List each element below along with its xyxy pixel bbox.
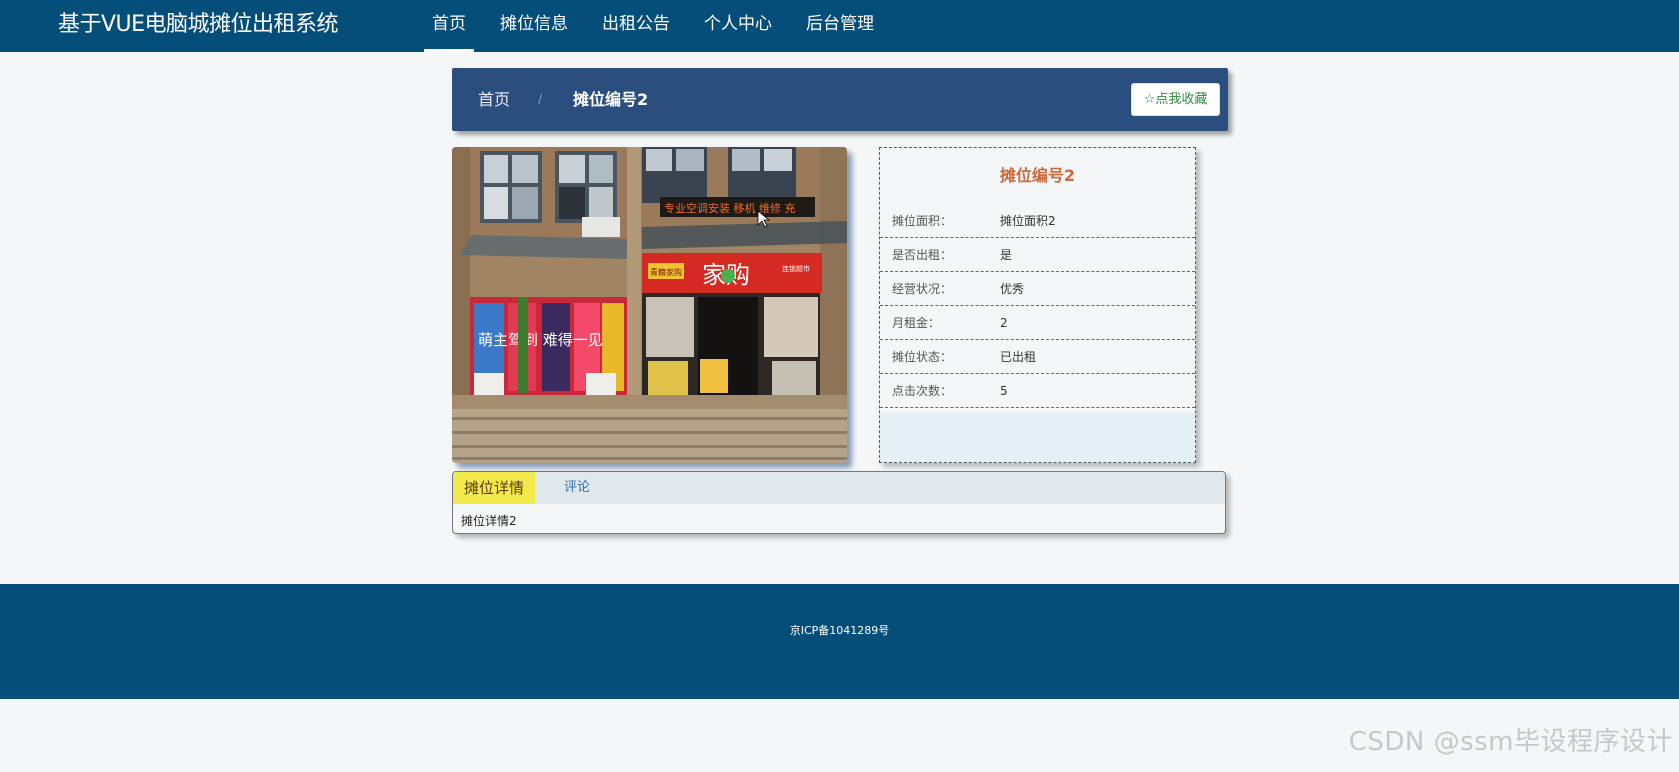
nav-item-rental-notice[interactable]: 出租公告 — [594, 0, 678, 52]
stall-photo: 专业空调安装 移机 维修 充 青籍家购 家购 连锁超市 萌主驾到 难得一见 — [452, 147, 847, 463]
info-label: 经营状况： — [892, 282, 953, 296]
nav-item-personal-center[interactable]: 个人中心 — [696, 0, 780, 52]
nav-item-admin[interactable]: 后台管理 — [798, 0, 882, 52]
info-row-stall-status: 摊位状态： 已出租 — [880, 340, 1195, 374]
nav-item-home[interactable]: 首页 — [424, 0, 474, 52]
info-value: 2 — [1000, 316, 1008, 330]
breadcrumb-home[interactable]: 首页 — [478, 68, 510, 131]
info-label: 月租金： — [892, 316, 941, 330]
info-card-footer — [880, 413, 1195, 462]
csdn-watermark: CSDN @ssm毕设程序设计 — [1348, 727, 1673, 757]
info-row-business-status: 经营状况： 优秀 — [880, 272, 1195, 306]
main-nav: 首页 摊位信息 出租公告 个人中心 后台管理 — [424, 0, 900, 52]
poster-text: 萌主驾到 难得一见 — [478, 331, 603, 349]
info-title: 摊位编号2 — [999, 166, 1076, 185]
nav-item-stall-info[interactable]: 摊位信息 — [492, 0, 576, 52]
info-value: 已出租 — [1000, 350, 1037, 364]
info-label: 摊位面积： — [892, 214, 953, 228]
stall-info-card: 摊位编号2 摊位面积： 摊位面积2 是否出租： 是 经营状况： 优秀 月租金： … — [879, 147, 1196, 463]
storefront-image: 专业空调安装 移机 维修 充 青籍家购 家购 连锁超市 萌主驾到 难得一见 — [452, 147, 847, 463]
info-row-rented: 是否出租： 是 — [880, 238, 1195, 272]
icp-record: 京ICP备1041289号 — [789, 624, 890, 637]
info-label: 摊位状态： — [892, 350, 953, 364]
info-value: 5 — [1000, 384, 1008, 398]
top-nav-bar: 基于VUE电脑城摊位出租系统 首页 摊位信息 出租公告 个人中心 后台管理 — [0, 0, 1679, 52]
breadcrumb: 首页 / 摊位编号2 ☆点我收藏 — [452, 68, 1228, 131]
site-title[interactable]: 基于VUE电脑城摊位出租系统 — [58, 9, 339, 41]
info-row-clicks: 点击次数： 5 — [880, 374, 1195, 408]
detail-tabs: 摊位详情 评论 摊位详情2 — [452, 471, 1226, 534]
page-footer: 京ICP备1041289号 — [0, 584, 1679, 699]
tab-content: 摊位详情2 — [461, 514, 517, 528]
info-row-area: 摊位面积： 摊位面积2 — [880, 204, 1195, 238]
breadcrumb-current: 摊位编号2 — [573, 90, 649, 109]
sub-sign-text: 青籍家购 — [650, 267, 682, 277]
breadcrumb-separator: / — [538, 92, 543, 106]
info-row-monthly-rent: 月租金： 2 — [880, 306, 1195, 340]
side-sign-text: 连锁超市 — [782, 264, 810, 273]
tab-header: 摊位详情 评论 — [453, 472, 1225, 504]
info-label: 点击次数： — [892, 384, 953, 398]
info-value: 优秀 — [1000, 282, 1025, 296]
tab-comments[interactable]: 评论 — [564, 472, 590, 504]
favorite-button[interactable]: ☆点我收藏 — [1131, 83, 1220, 116]
info-label: 是否出租： — [892, 248, 953, 262]
info-value: 是 — [1000, 248, 1013, 262]
info-value: 摊位面积2 — [1000, 214, 1056, 228]
led-banner-text: 专业空调安装 移机 维修 充 — [664, 201, 796, 215]
tab-stall-details[interactable]: 摊位详情 — [453, 472, 535, 504]
